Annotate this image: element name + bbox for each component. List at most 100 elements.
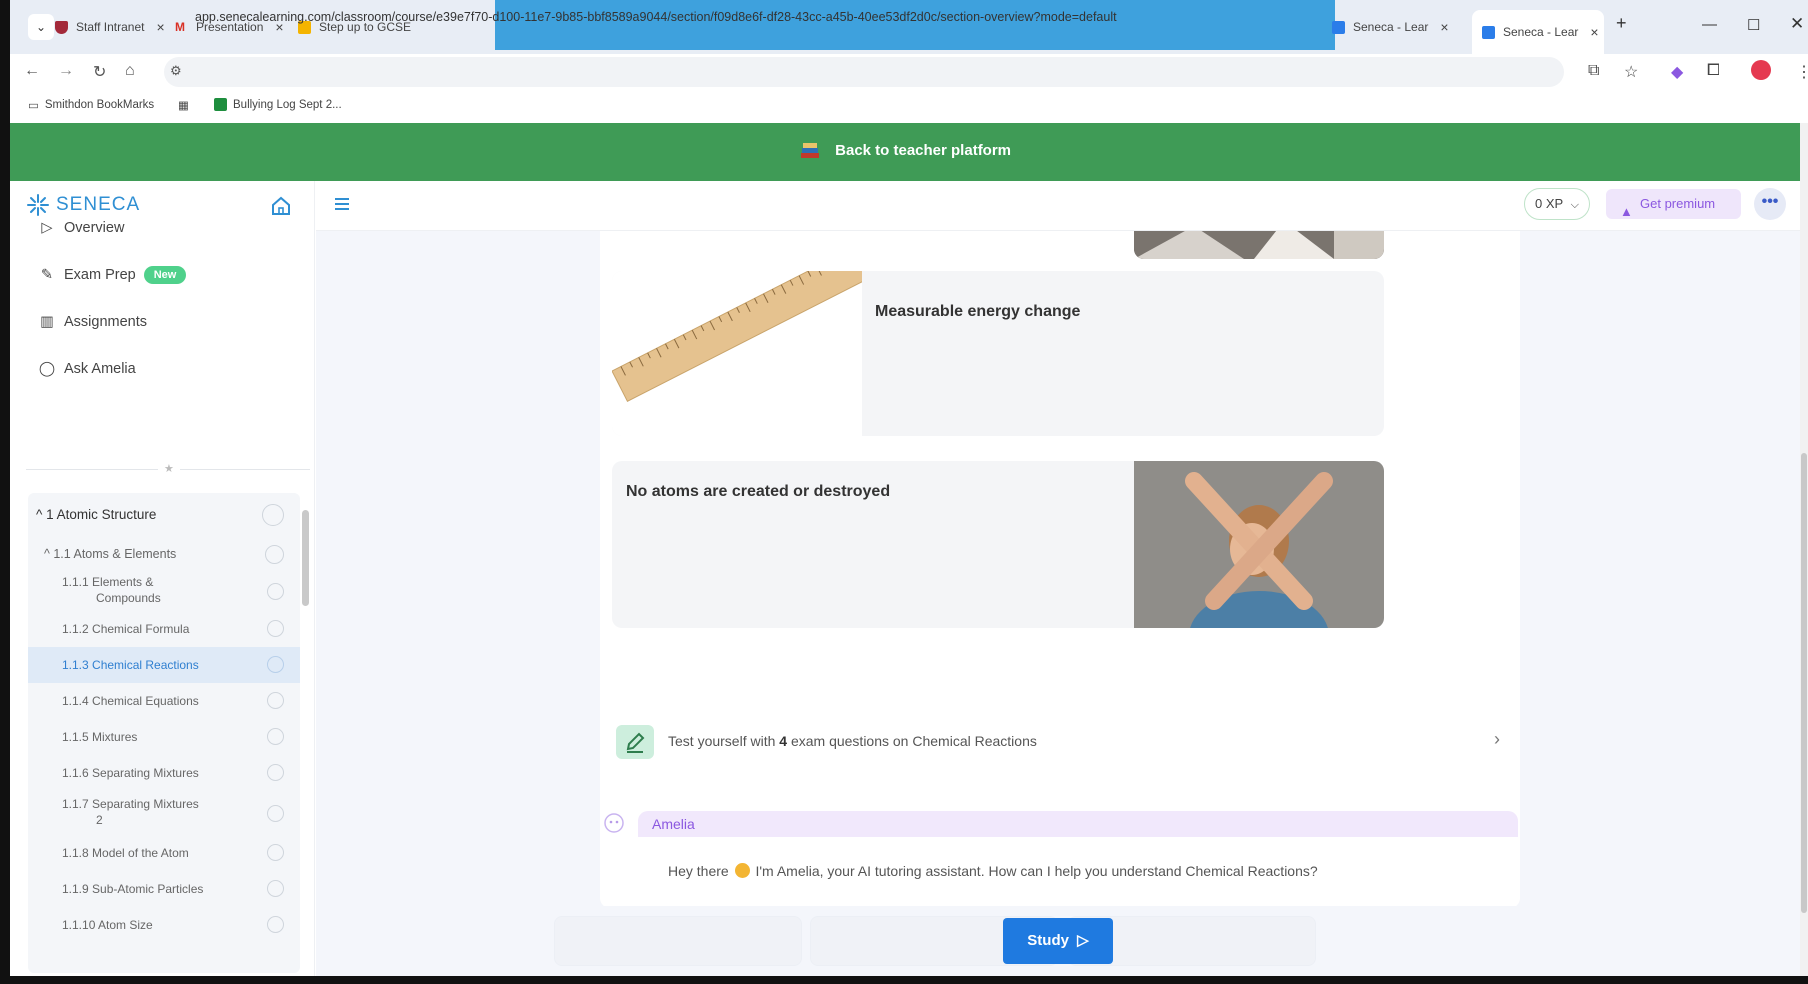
page-scrollbar-thumb[interactable] bbox=[1801, 453, 1807, 913]
more-options-button[interactable]: ••• bbox=[1754, 188, 1786, 220]
study-button[interactable]: Study ▷ bbox=[1003, 918, 1113, 964]
progress-circle-icon bbox=[267, 764, 284, 781]
main-header: 0 XP ⌵ ▲ Get premium ••• bbox=[316, 181, 1800, 231]
test-prefix: Test yourself with bbox=[668, 733, 780, 749]
amelia-message: Hey there I'm Amelia, your AI tutoring a… bbox=[668, 863, 1318, 879]
seneca-favicon bbox=[1482, 25, 1495, 39]
toc-item[interactable]: 1.1.6 Separating Mixtures bbox=[28, 755, 300, 791]
toc-label: 1.1.6 Separating Mixtures bbox=[62, 766, 199, 780]
screen: ⌄ Staff Intranet × M Presentation × Step… bbox=[0, 0, 1808, 984]
progress-circle-icon bbox=[267, 844, 284, 861]
nav-label: Assignments bbox=[64, 314, 148, 330]
seneca-logo[interactable]: SENECA bbox=[26, 193, 140, 217]
toc-section[interactable]: ^ 1.1 Atoms & Elements bbox=[28, 537, 300, 571]
profile-avatar[interactable] bbox=[1751, 60, 1771, 80]
reload-icon[interactable]: ↻ bbox=[93, 62, 106, 82]
bookmark-bullying-log[interactable]: Bullying Log Sept 2... bbox=[214, 98, 342, 111]
play-outline-icon: ▷ bbox=[1077, 932, 1089, 949]
toc-label: 1.1.3 Chemical Reactions bbox=[62, 658, 199, 672]
assignments-icon: ▥ bbox=[40, 314, 54, 330]
toc-item[interactable]: 1.1.9 Sub-Atomic Particles bbox=[28, 871, 300, 907]
site-info-icon[interactable]: ⚙ bbox=[170, 63, 182, 79]
close-icon[interactable]: × bbox=[1590, 24, 1598, 40]
window-close-icon[interactable]: ✕ bbox=[1790, 14, 1804, 34]
progress-circle-icon bbox=[267, 583, 284, 600]
redacted-tabs-area bbox=[495, 0, 1335, 50]
toc-item[interactable]: 1.1.10 Atom Size bbox=[28, 907, 300, 943]
extension-icon[interactable]: ◆ bbox=[1671, 62, 1683, 82]
tab-staff-intranet[interactable]: Staff Intranet × bbox=[55, 12, 167, 42]
browser-menu-icon[interactable]: ⋮ bbox=[1796, 62, 1808, 82]
xp-value: 0 XP bbox=[1535, 196, 1563, 211]
tab-search-button[interactable]: ⌄ bbox=[28, 14, 54, 40]
toc-label-line2: 2 bbox=[96, 813, 103, 827]
folder-icon: ▭ bbox=[28, 100, 39, 112]
toc-label: 1.1.2 Chemical Formula bbox=[62, 622, 190, 636]
nav-overview[interactable]: ▷ Overview bbox=[38, 219, 124, 237]
bookmark-label: Bullying Log Sept 2... bbox=[233, 98, 342, 111]
progress-circle-icon bbox=[267, 728, 284, 745]
toc-item[interactable]: 1.1.2 Chemical Formula bbox=[28, 611, 300, 647]
tab-seneca-1[interactable]: Seneca - Lear × bbox=[1332, 12, 1450, 42]
logo-text: SENECA bbox=[56, 194, 141, 215]
tab-seneca-active[interactable]: Seneca - Lear × bbox=[1472, 10, 1604, 54]
toc-chapter[interactable]: ^ 1 Atomic Structure bbox=[28, 493, 300, 537]
back-icon[interactable]: ← bbox=[24, 62, 40, 80]
install-app-icon[interactable]: ⧉ bbox=[1588, 62, 1599, 80]
new-tab-button[interactable]: + bbox=[1616, 13, 1627, 34]
toc-item[interactable]: 1.1.7 Separating Mixtures 2 bbox=[28, 791, 300, 835]
minimize-icon[interactable]: — bbox=[1702, 16, 1717, 33]
sidebar: SENECA ▷ Overview ✎ Exam Prep New ▥ Assi… bbox=[10, 181, 315, 976]
seneca-logo-icon bbox=[27, 194, 49, 216]
toc-item[interactable]: 1.1.1 Elements & Compounds bbox=[28, 571, 300, 611]
banner-label: Back to teacher platform bbox=[835, 141, 1012, 159]
close-icon[interactable]: × bbox=[1440, 19, 1448, 35]
tab-title: Seneca - Lear bbox=[1503, 25, 1579, 39]
address-bar[interactable] bbox=[164, 57, 1564, 87]
xp-dropdown[interactable]: 0 XP ⌵ bbox=[1524, 188, 1590, 220]
back-to-teacher-banner[interactable]: Back to teacher platform bbox=[10, 123, 1800, 181]
toc-item[interactable]: 1.1.8 Model of the Atom bbox=[28, 835, 300, 871]
test-suffix: exam questions on Chemical Reactions bbox=[787, 733, 1037, 749]
test-yourself-row[interactable]: Test yourself with 4 exam questions on C… bbox=[600, 708, 1520, 774]
seneca-favicon bbox=[1332, 20, 1345, 34]
toc-item[interactable]: 1.1.5 Mixtures bbox=[28, 719, 300, 755]
message-part: I'm Amelia, your AI tutoring assistant. … bbox=[751, 863, 1318, 879]
page-scrollbar[interactable] bbox=[1800, 123, 1808, 976]
progress-circle-icon bbox=[262, 504, 284, 526]
home-browser-icon[interactable]: ⌂ bbox=[125, 62, 135, 80]
amelia-header: Amelia bbox=[638, 811, 1518, 837]
bookmark-star-icon[interactable]: ☆ bbox=[1624, 62, 1638, 82]
forward-icon[interactable]: → bbox=[58, 62, 74, 80]
pencil-icon bbox=[616, 725, 654, 759]
waving-hand-emoji-icon bbox=[734, 863, 750, 878]
nav-assignments[interactable]: ▥ Assignments bbox=[38, 313, 147, 331]
toc-item[interactable]: 1.1.4 Chemical Equations bbox=[28, 683, 300, 719]
fact-title: Measurable energy change bbox=[875, 303, 1081, 320]
close-icon[interactable]: × bbox=[157, 19, 165, 35]
menu-icon[interactable] bbox=[332, 194, 352, 214]
maximize-icon[interactable]: ☐ bbox=[1747, 16, 1760, 34]
toc-label: 1.1.8 Model of the Atom bbox=[62, 846, 189, 860]
url-text[interactable]: app.senecalearning.com/classroom/course/… bbox=[195, 10, 1117, 24]
nav-ask-amelia[interactable]: ◯ Ask Amelia bbox=[38, 360, 136, 378]
nav-exam-prep[interactable]: ✎ Exam Prep New bbox=[38, 266, 187, 284]
pen-icon: ✎ bbox=[40, 267, 54, 283]
nav-label: Ask Amelia bbox=[64, 361, 136, 377]
home-icon[interactable] bbox=[270, 195, 292, 217]
get-premium-button[interactable]: ▲ Get premium bbox=[1606, 189, 1741, 219]
apps-grid-icon[interactable]: ▦ bbox=[178, 98, 189, 112]
toc-label: ^ 1.1 Atoms & Elements bbox=[44, 547, 177, 561]
toc-item-active[interactable]: 1.1.3 Chemical Reactions bbox=[28, 647, 300, 683]
ruler-image bbox=[612, 271, 862, 436]
fact-title: No atoms are created or destroyed bbox=[626, 483, 891, 500]
toc-scrollbar[interactable] bbox=[300, 496, 310, 966]
extensions-puzzle-icon[interactable]: ⧠ bbox=[1707, 62, 1720, 80]
main-content: Measurable energy change No atoms are cr… bbox=[316, 231, 1800, 976]
browser-tab-strip: ⌄ Staff Intranet × M Presentation × Step… bbox=[10, 0, 1808, 54]
browser-toolbar: ← → ↻ ⌂ ⚙ ⧉ ☆ ◆ ⧠ ⋮ bbox=[10, 54, 1808, 92]
bookmark-label: Smithdon BookMarks bbox=[44, 99, 155, 111]
bottom-action-bar: Study ▷ bbox=[316, 906, 1800, 976]
toc-scrollbar-thumb[interactable] bbox=[302, 510, 309, 606]
bookmark-folder-smithdon[interactable]: ▭ Smithdon BookMarks bbox=[28, 98, 154, 112]
